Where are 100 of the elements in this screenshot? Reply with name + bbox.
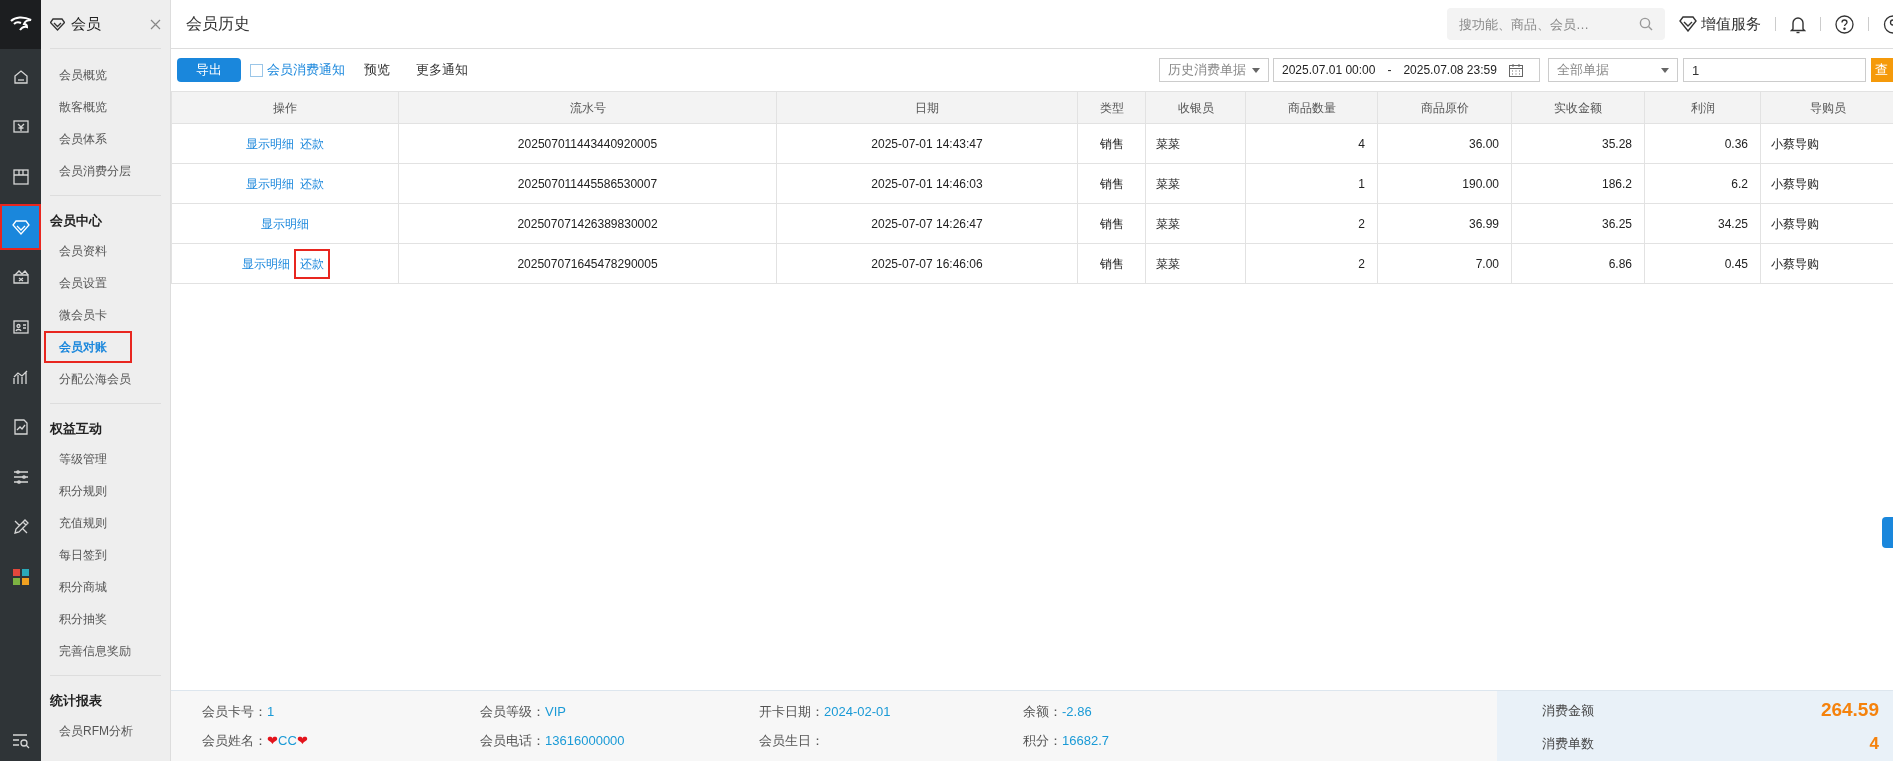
sidebar-item[interactable]: 完善信息奖励 bbox=[50, 637, 140, 665]
report-icon bbox=[11, 418, 30, 436]
bell-icon[interactable] bbox=[1790, 14, 1806, 34]
caret-icon bbox=[1661, 67, 1669, 73]
sidebar-item[interactable]: 会员资料 bbox=[50, 237, 116, 265]
sidebar-item[interactable]: 积分规则 bbox=[50, 477, 116, 505]
column-header: 商品原价 bbox=[1377, 91, 1512, 124]
close-icon[interactable] bbox=[150, 18, 161, 30]
field-value: ❤CC❤ bbox=[267, 731, 308, 750]
type-select[interactable]: 全部单据 bbox=[1548, 58, 1678, 82]
action-link[interactable]: 还款 bbox=[296, 250, 328, 277]
diamond-icon bbox=[1679, 16, 1697, 32]
search-list-icon[interactable] bbox=[11, 733, 30, 749]
table-cell: 2025-07-01 14:43:47 bbox=[776, 123, 1078, 164]
search-icon bbox=[1639, 17, 1653, 31]
field-value: VIP bbox=[545, 703, 566, 721]
diamond-icon bbox=[11, 218, 30, 236]
keyword-field[interactable]: 1 bbox=[1683, 58, 1866, 82]
help-icon[interactable] bbox=[1835, 14, 1854, 34]
box-icon bbox=[11, 168, 30, 186]
table-cell: 0.45 bbox=[1644, 243, 1761, 284]
sidebar-item[interactable]: 会员消费分层 bbox=[50, 157, 140, 185]
field-label: 开卡日期： bbox=[759, 703, 824, 721]
field-label: 会员卡号： bbox=[202, 703, 267, 721]
table-cell: 2025-07-01 14:46:03 bbox=[776, 163, 1078, 204]
money-icon bbox=[11, 118, 30, 136]
table-cell: 202507071645478290005 bbox=[398, 243, 777, 284]
table-cell: 2 bbox=[1245, 203, 1378, 244]
field-label: 会员姓名： bbox=[202, 731, 267, 750]
sidebar-item[interactable]: 会员RFM分析 bbox=[50, 717, 142, 745]
sidebar-item[interactable]: 会员体系 bbox=[50, 125, 116, 153]
sidebar-item[interactable]: 会员设置 bbox=[50, 269, 116, 297]
field-label: 余额： bbox=[1023, 703, 1062, 721]
table-cell: 菜菜 bbox=[1145, 203, 1246, 244]
action-link[interactable]: 还款 bbox=[300, 134, 324, 153]
search-field[interactable]: 搜功能、商品、会员… bbox=[1447, 8, 1665, 40]
table-cell: 0.36 bbox=[1644, 123, 1761, 164]
column-header: 导购员 bbox=[1760, 91, 1893, 124]
table-cell: 202507011443440920005 bbox=[398, 123, 777, 164]
field-value: 1 bbox=[267, 703, 275, 721]
calendar-icon bbox=[1508, 63, 1523, 77]
action-link[interactable]: 还款 bbox=[300, 174, 324, 193]
notify-checkbox[interactable]: 会员消费通知 bbox=[250, 60, 345, 80]
home-icon bbox=[11, 68, 30, 86]
field-value: 16682.7 bbox=[1062, 731, 1110, 750]
column-header: 收银员 bbox=[1145, 91, 1246, 124]
source-select[interactable]: 历史消费单据 bbox=[1159, 58, 1269, 82]
field-label: 会员生日： bbox=[759, 731, 824, 750]
table-cell: 销售 bbox=[1077, 243, 1146, 284]
table-cell: 销售 bbox=[1077, 123, 1146, 164]
sidebar-item[interactable]: 等级管理 bbox=[50, 445, 116, 473]
summary-label: 消费金额 bbox=[1542, 701, 1594, 720]
column-header: 利润 bbox=[1644, 91, 1761, 124]
sidebar-item[interactable]: 会员概览 bbox=[50, 61, 116, 89]
table-cell: 36.25 bbox=[1511, 203, 1645, 244]
nav-tab[interactable] bbox=[0, 204, 41, 250]
date-range-field[interactable]: 2025.07.01 00:00 - 2025.07.08 23:59 bbox=[1273, 58, 1540, 82]
action-link[interactable]: 显示明细 bbox=[242, 254, 290, 273]
sidebar-title: 会员 bbox=[71, 13, 101, 34]
column-header: 实收金额 bbox=[1511, 91, 1645, 124]
table-cell: 菜菜 bbox=[1145, 243, 1246, 284]
sliders-icon bbox=[11, 468, 30, 486]
field-label: 积分： bbox=[1023, 731, 1062, 750]
sidebar-item[interactable]: 每日签到 bbox=[50, 541, 116, 569]
action-link[interactable]: 显示明细 bbox=[246, 174, 294, 193]
sidebar-item[interactable]: 散客概览 bbox=[50, 93, 116, 121]
column-header: 商品数量 bbox=[1245, 91, 1378, 124]
more-notify-link[interactable]: 更多通知 bbox=[416, 60, 468, 80]
table-cell: 销售 bbox=[1077, 203, 1146, 244]
table-cell: 菜菜 bbox=[1145, 163, 1246, 204]
column-header: 流水号 bbox=[398, 91, 777, 124]
sidebar-item[interactable]: 积分商城 bbox=[50, 573, 116, 601]
diamond-icon bbox=[50, 17, 65, 31]
column-header: 日期 bbox=[776, 91, 1078, 124]
export-button[interactable]: 导出 bbox=[177, 58, 241, 82]
action-link[interactable]: 显示明细 bbox=[261, 214, 309, 233]
column-header: 操作 bbox=[171, 91, 399, 124]
sidebar-item[interactable]: 分配公海会员 bbox=[50, 365, 140, 393]
sidebar-item[interactable]: 积分抽奖 bbox=[50, 605, 116, 633]
preview-link[interactable]: 预览 bbox=[364, 60, 390, 80]
field-label: 会员电话： bbox=[480, 731, 545, 750]
page-title: 会员历史 bbox=[186, 14, 250, 34]
value-added-button[interactable]: 增值服务 bbox=[1679, 12, 1761, 36]
table-cell: 销售 bbox=[1077, 163, 1146, 204]
field-label: 会员等级： bbox=[480, 703, 545, 721]
user-icon[interactable] bbox=[1883, 14, 1893, 34]
sidebar-item[interactable]: 微会员卡 bbox=[50, 301, 116, 329]
table-cell: 2025-07-07 16:46:06 bbox=[776, 243, 1078, 284]
caret-icon bbox=[1252, 67, 1260, 73]
table-cell: 190.00 bbox=[1377, 163, 1512, 204]
field-value: -2.86 bbox=[1062, 703, 1092, 721]
section-heading: 权益互动 bbox=[50, 419, 102, 438]
sidebar-item[interactable]: 充值规则 bbox=[50, 509, 116, 537]
summary-label: 消费单数 bbox=[1542, 734, 1594, 753]
section-heading: 统计报表 bbox=[50, 691, 102, 710]
table-cell: 7.00 bbox=[1377, 243, 1512, 284]
table-cell: 36.00 bbox=[1377, 123, 1512, 164]
action-link[interactable]: 显示明细 bbox=[246, 134, 294, 153]
table-cell: 2 bbox=[1245, 243, 1378, 284]
table-cell: 202507011445586530007 bbox=[398, 163, 777, 204]
